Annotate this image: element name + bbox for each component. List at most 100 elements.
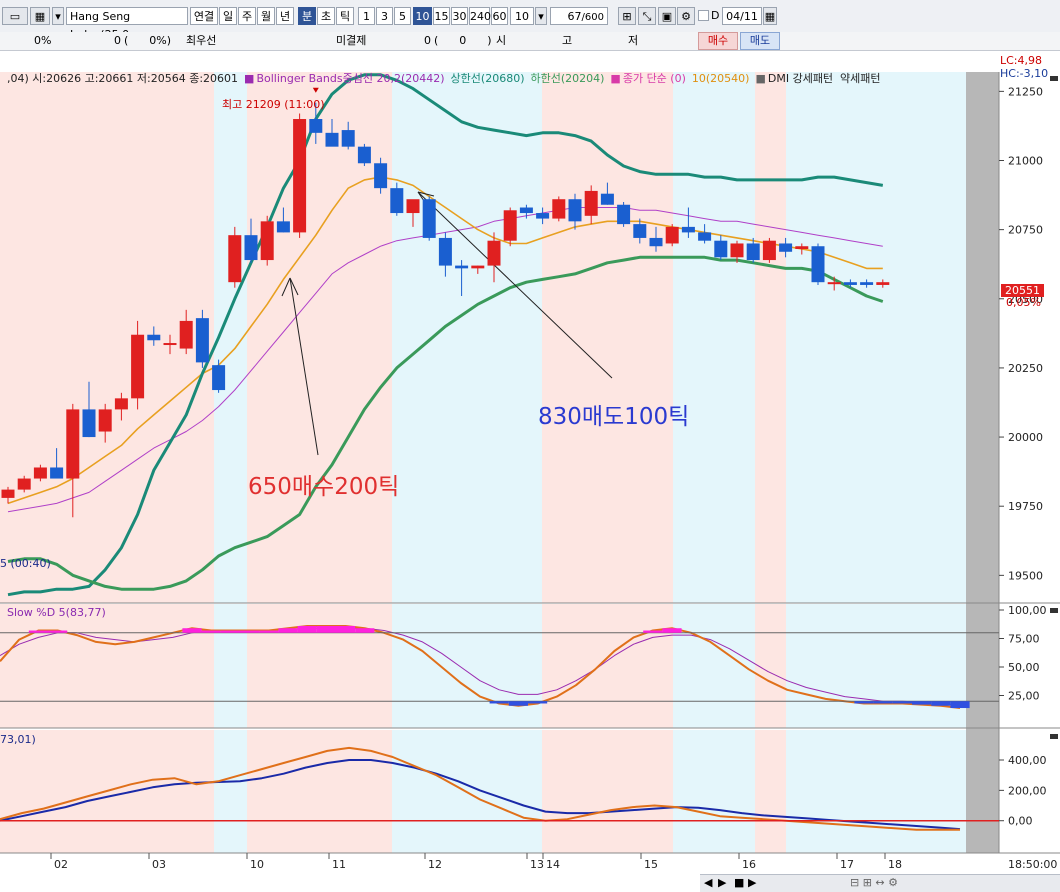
stoch-overbought-fill — [316, 625, 336, 633]
candle — [762, 240, 776, 261]
session-band — [542, 730, 673, 853]
session-band — [673, 730, 755, 853]
stoch-overbought-fill — [259, 630, 279, 633]
scroll-end-icon[interactable]: ▶ — [748, 876, 756, 889]
x-tick-label: 02 — [54, 858, 68, 871]
stoch-oversold-fill — [508, 701, 528, 706]
candle — [438, 237, 452, 266]
dmi-square-icon: ■ — [755, 72, 766, 85]
candle — [584, 190, 598, 216]
candle — [795, 246, 809, 249]
price-tick-label: 21000 — [1008, 155, 1043, 168]
stoch-overbought-fill — [182, 628, 202, 633]
candle — [147, 334, 161, 341]
session-band — [214, 604, 247, 728]
stop-icon[interactable]: ■ — [734, 876, 744, 889]
candle — [422, 199, 436, 238]
candle — [341, 130, 355, 147]
buy-note: 650매수200틱 — [248, 474, 400, 500]
hc-label: HC:-3,10 — [1000, 67, 1049, 80]
candle — [811, 246, 825, 283]
ma10-legend: 10(20540) — [691, 72, 750, 85]
ma-square-icon: ■ — [610, 72, 621, 85]
x-tick-label: 12 — [428, 858, 442, 871]
candle — [50, 467, 64, 479]
ohlc-readout: ,04) 시:20626 고:20661 저:20564 종:20601 — [7, 72, 239, 85]
stoch-tick-label: 25,00 — [1008, 690, 1040, 703]
candle — [131, 334, 145, 399]
session-band — [214, 730, 247, 853]
x-tick-label: 15 — [644, 858, 658, 871]
candle — [195, 318, 209, 363]
macd-tick-label: 200,00 — [1008, 784, 1047, 797]
price-tick-label: 20750 — [1008, 224, 1043, 237]
candle — [665, 226, 679, 244]
stoch-oversold-fill — [931, 701, 951, 706]
stoch-overbought-fill — [278, 628, 298, 633]
x-time-label: 18:50:00 — [1008, 858, 1057, 871]
stoch-oversold-fill — [892, 701, 912, 704]
candle — [390, 188, 404, 214]
stoch-oversold-fill — [489, 701, 509, 704]
x-tick-label: 11 — [332, 858, 346, 871]
lc-label: LC:4,98 — [1000, 54, 1043, 67]
candle — [681, 226, 695, 233]
candle — [617, 204, 631, 225]
scroll-left-icon[interactable]: ◀ — [704, 876, 712, 889]
current-pct: 0,05% — [1006, 296, 1041, 309]
price-tick-label: 20250 — [1008, 362, 1043, 375]
x-tick-label: 14 — [546, 858, 560, 871]
candle — [406, 199, 420, 214]
candle — [212, 365, 226, 391]
candle — [600, 193, 614, 205]
candle — [649, 237, 663, 247]
stoch-overbought-fill — [336, 625, 356, 633]
price-tick-label: 21250 — [1008, 85, 1043, 98]
price-chart[interactable]: 2125021000207502050020250200001975019500… — [0, 0, 1060, 891]
session-band — [786, 72, 966, 603]
panel-menu-icon — [1050, 734, 1058, 739]
candle — [746, 243, 760, 261]
scroll-right-icon[interactable]: ▶ — [718, 876, 726, 889]
price-tick-label: 19750 — [1008, 500, 1043, 513]
session-band — [0, 604, 214, 728]
session-band — [786, 604, 966, 728]
candle — [471, 265, 485, 269]
stoch-overbought-fill — [201, 630, 221, 633]
candle — [98, 409, 112, 432]
stoch-overbought-fill — [240, 630, 260, 633]
candle — [244, 235, 258, 261]
stoch-overbought-fill — [28, 630, 48, 633]
sell-note: 830매도100틱 — [538, 404, 690, 430]
macd-tick-label: 400,00 — [1008, 754, 1047, 767]
indicator-legend: ,04) 시:20626 고:20661 저:20564 종:20601 ■ Bol… — [0, 52, 887, 85]
candle — [17, 478, 31, 490]
session-band — [392, 604, 542, 728]
candle — [357, 146, 371, 164]
stoch-tick-label: 50,00 — [1008, 661, 1040, 674]
candle — [876, 282, 890, 285]
zoom-tools-icon[interactable]: ⊟ ⊞ ↔ ⚙ — [850, 876, 898, 889]
session-band — [755, 604, 786, 728]
candle — [179, 320, 193, 349]
session-band — [542, 604, 673, 728]
stoch-overbought-fill — [643, 630, 663, 633]
candle — [33, 467, 47, 479]
session-band — [542, 72, 673, 603]
bb-square-icon: ■ — [244, 72, 255, 85]
candle — [519, 207, 533, 214]
candle — [843, 282, 857, 285]
candle — [325, 132, 339, 147]
candle — [276, 221, 290, 233]
session-band — [755, 730, 786, 853]
high-marker-label: 최고 21209 (11:00) — [222, 98, 325, 111]
candle — [82, 409, 96, 438]
candle — [714, 240, 728, 258]
session-band — [786, 730, 966, 853]
stoch-overbought-fill — [662, 628, 682, 633]
stoch-tick-label: 75,00 — [1008, 633, 1040, 646]
candle — [536, 213, 550, 219]
x-tick-label: 16 — [742, 858, 756, 871]
candle — [860, 282, 874, 285]
x-tick-label: 18 — [888, 858, 902, 871]
